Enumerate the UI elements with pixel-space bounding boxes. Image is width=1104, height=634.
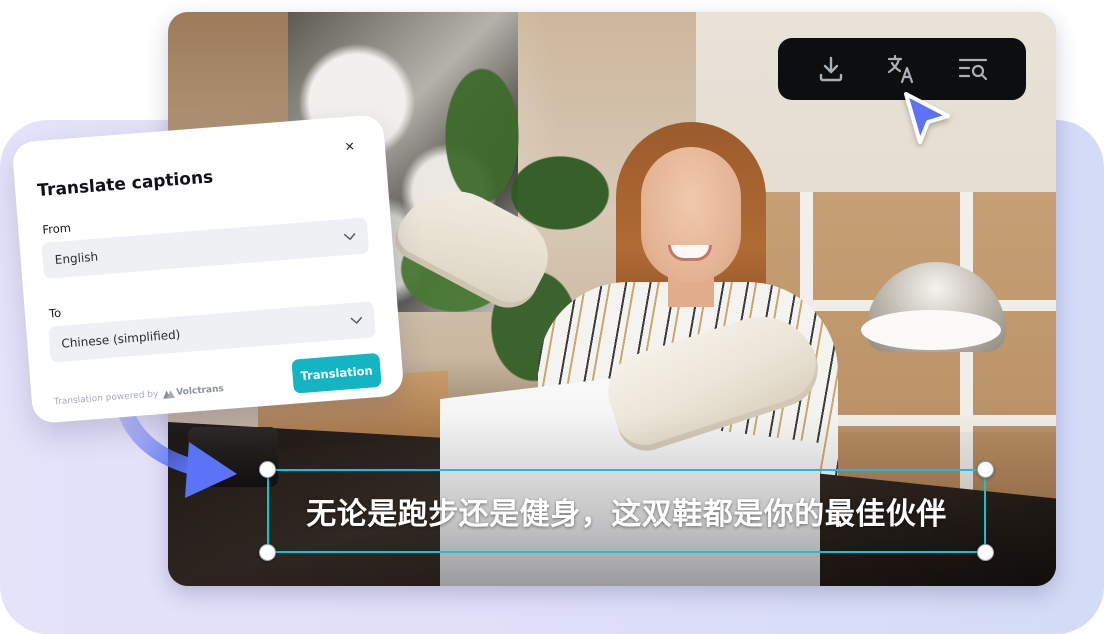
resize-handle-bottom-right[interactable]: [977, 544, 994, 561]
brand-name: Volctrans: [175, 384, 225, 398]
mouse-cursor-icon: [904, 92, 950, 144]
translate-button[interactable]: [882, 49, 922, 89]
translation-button[interactable]: Translation: [291, 352, 382, 394]
resize-handle-top-right[interactable]: [977, 461, 994, 478]
powered-by-note: Translation powered by Volctrans: [54, 384, 225, 407]
chevron-down-icon: [350, 316, 362, 324]
close-button[interactable]: ×: [340, 138, 359, 157]
download-icon: [820, 56, 843, 82]
powered-by-text: Translation powered by: [53, 389, 159, 408]
volctrans-brand: Volctrans: [162, 384, 224, 399]
caption-search-button[interactable]: [953, 49, 993, 89]
download-button[interactable]: [811, 49, 851, 89]
caption-text-box[interactable]: 无论是跑步还是健身，这双鞋都是你的最佳伙伴: [259, 461, 994, 561]
resize-handle-top-left[interactable]: [259, 461, 276, 478]
text-search-icon: [958, 58, 987, 81]
to-language-value: Chinese (simplified): [60, 327, 181, 351]
resize-handle-bottom-left[interactable]: [259, 544, 276, 561]
caption-text[interactable]: 无论是跑步还是健身，这双鞋都是你的最佳伙伴: [306, 489, 947, 533]
dialog-title: Translate captions: [36, 167, 214, 202]
volctrans-logo-icon: [162, 389, 175, 399]
translate-captions-dialog: × Translate captions From English To Chi…: [11, 113, 405, 425]
chevron-down-icon: [344, 233, 356, 240]
from-language-value: English: [54, 249, 99, 267]
translate-icon: [887, 54, 914, 84]
